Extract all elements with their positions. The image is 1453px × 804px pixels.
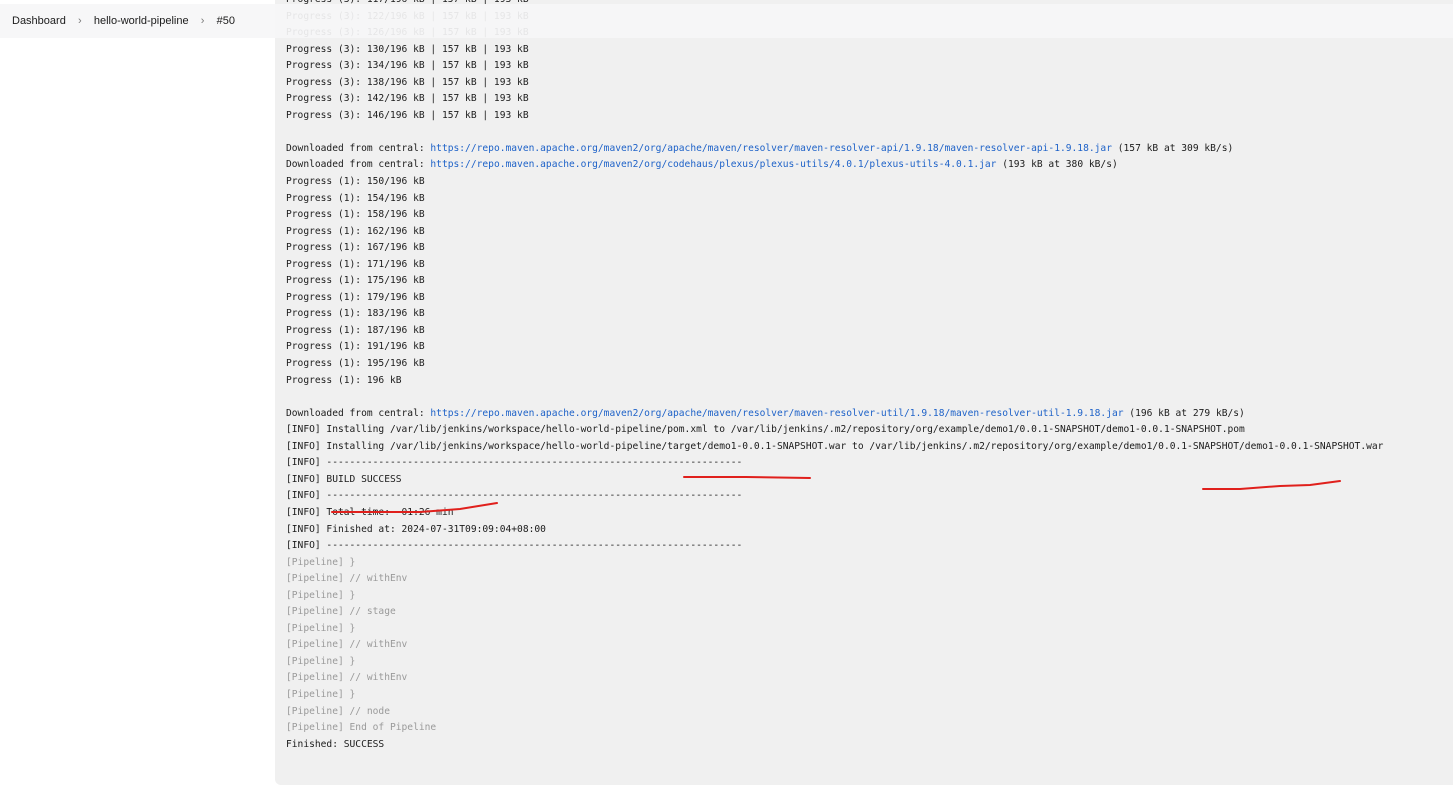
log-line: Progress (1): 187/196 kB bbox=[286, 324, 425, 336]
log-text: (193 kB at 380 kB/s) bbox=[996, 159, 1118, 171]
log-text: (157 kB at 309 kB/s) bbox=[1111, 142, 1234, 154]
log-line: Progress (3): 142/196 kB | 157 kB | 193 … bbox=[286, 93, 529, 105]
log-line: [Pipeline] End of Pipeline bbox=[286, 722, 437, 734]
log-line: Progress (1): 150/196 kB bbox=[286, 176, 425, 188]
log-line: [INFO] Installing /var/lib/jenkins/works… bbox=[286, 424, 1245, 436]
log-line: Downloaded from central: https://repo.ma… bbox=[286, 141, 1383, 158]
log-line: [INFO] ---------------------------------… bbox=[286, 490, 743, 502]
log-line: [Pipeline] } bbox=[286, 556, 356, 568]
log-line: Progress (1): 195/196 kB bbox=[286, 358, 425, 370]
console-output: Progress (3): 117/196 kB | 157 kB | 193 … bbox=[275, 0, 1453, 785]
log-line: [Pipeline] } bbox=[286, 589, 356, 601]
log-line: [Pipeline] // withEnv bbox=[286, 639, 408, 651]
log-line: [INFO] ---------------------------------… bbox=[286, 540, 743, 552]
log-text: (196 kB at 279 kB/s) bbox=[1123, 407, 1245, 419]
log-line: Progress (1): 179/196 kB bbox=[286, 291, 425, 303]
log-line: Progress (1): 162/196 kB bbox=[286, 225, 425, 237]
log-line: [INFO] Total time: 01:26 min bbox=[286, 506, 454, 518]
log-line: Progress (1): 191/196 kB bbox=[286, 341, 425, 353]
breadcrumb-build[interactable]: #50 bbox=[217, 15, 235, 27]
log-line: [Pipeline] // stage bbox=[286, 606, 396, 618]
log-line: Progress (1): 183/196 kB bbox=[286, 308, 425, 320]
log-line: Progress (1): 171/196 kB bbox=[286, 258, 425, 270]
log-text: Downloaded from central: bbox=[286, 159, 431, 171]
breadcrumb: Dashboard › hello-world-pipeline › #50 bbox=[0, 4, 1453, 38]
log-line: Progress (3): 138/196 kB | 157 kB | 193 … bbox=[286, 76, 529, 88]
log-line: Progress (3): 146/196 kB | 157 kB | 193 … bbox=[286, 109, 529, 121]
log-line: [Pipeline] } bbox=[286, 622, 356, 634]
log-line: [INFO] BUILD SUCCESS bbox=[286, 473, 402, 485]
log-line: Progress (1): 196 kB bbox=[286, 374, 402, 386]
console-log: Progress (3): 117/196 kB | 157 kB | 193 … bbox=[286, 0, 1383, 753]
log-line: Progress (1): 175/196 kB bbox=[286, 275, 425, 287]
log-line: [Pipeline] } bbox=[286, 688, 356, 700]
download-link[interactable]: https://repo.maven.apache.org/maven2/org… bbox=[430, 143, 1112, 154]
log-line: Progress (3): 130/196 kB | 157 kB | 193 … bbox=[286, 43, 529, 55]
breadcrumb-dashboard[interactable]: Dashboard bbox=[12, 15, 66, 27]
log-text: Downloaded from central: bbox=[286, 142, 431, 154]
log-line: Finished: SUCCESS bbox=[286, 738, 385, 750]
log-line: Progress (3): 134/196 kB | 157 kB | 193 … bbox=[286, 60, 529, 72]
log-text: Downloaded from central: bbox=[286, 407, 431, 419]
log-line: Progress (1): 167/196 kB bbox=[286, 242, 425, 254]
log-line: Progress (1): 158/196 kB bbox=[286, 209, 425, 221]
log-line: [INFO] Finished at: 2024-07-31T09:09:04+… bbox=[286, 523, 546, 535]
log-line: [Pipeline] // withEnv bbox=[286, 672, 408, 684]
log-line: [Pipeline] // withEnv bbox=[286, 573, 408, 585]
breadcrumb-job[interactable]: hello-world-pipeline bbox=[94, 15, 189, 27]
download-link[interactable]: https://repo.maven.apache.org/maven2/org… bbox=[430, 408, 1123, 419]
build-console-page: Progress (3): 117/196 kB | 157 kB | 193 … bbox=[0, 0, 1453, 804]
log-line: Downloaded from central: https://repo.ma… bbox=[286, 406, 1383, 423]
log-line: [Pipeline] } bbox=[286, 655, 356, 667]
log-line: [INFO] Installing /var/lib/jenkins/works… bbox=[286, 440, 1384, 452]
download-link[interactable]: https://repo.maven.apache.org/maven2/org… bbox=[430, 159, 996, 170]
log-line: [INFO] ---------------------------------… bbox=[286, 457, 743, 469]
chevron-right-icon: › bbox=[200, 15, 205, 27]
log-line: Progress (1): 154/196 kB bbox=[286, 192, 425, 204]
log-line: Downloaded from central: https://repo.ma… bbox=[286, 157, 1383, 174]
chevron-right-icon: › bbox=[77, 15, 82, 27]
log-line: [Pipeline] // node bbox=[286, 705, 390, 717]
